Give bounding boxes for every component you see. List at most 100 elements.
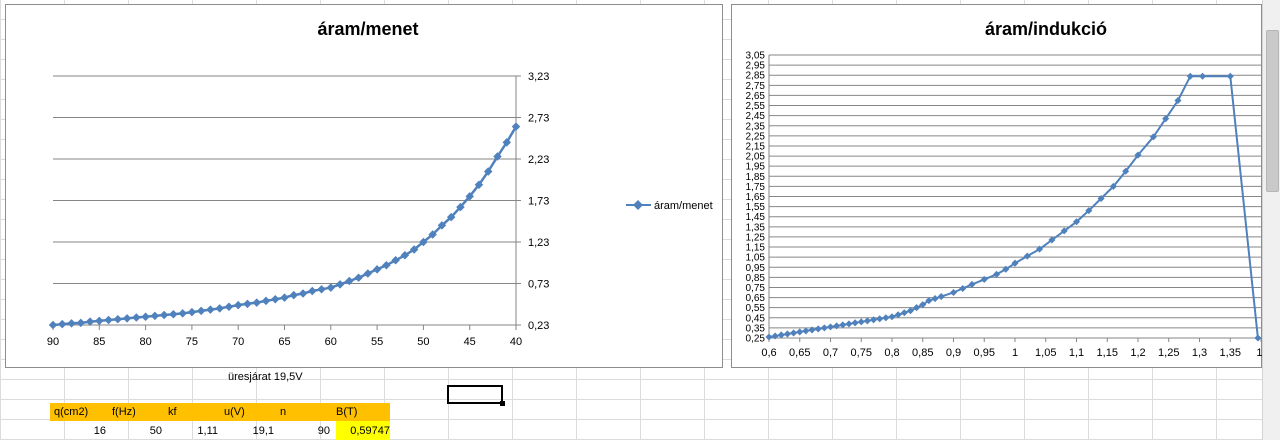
caption-cell[interactable]: üresjárat 19,5V <box>228 368 303 386</box>
x-tick-label-15: 1,35 <box>1220 347 1241 359</box>
data-point <box>882 314 890 322</box>
vertical-scrollbar[interactable] <box>1262 0 1280 440</box>
y-tick-label-26: 2,85 <box>746 71 766 82</box>
y-tick-label-9: 1,15 <box>746 243 766 254</box>
value-cell-n[interactable]: 90 <box>274 422 330 440</box>
header-cell-u[interactable]: u(V) <box>224 403 245 421</box>
legend: áram/menet <box>626 200 713 212</box>
x-tick-label-0: 0,6 <box>761 347 776 359</box>
data-point <box>765 333 773 341</box>
y-tick-label-2: 1,23 <box>528 237 549 249</box>
data-point <box>178 309 187 318</box>
fill-handle[interactable] <box>500 401 505 406</box>
data-point <box>876 315 884 323</box>
data-point <box>959 284 967 293</box>
chart-aram-indukcio[interactable]: áram/indukció 0,6 0,65 0,7 0,75 0,8 0,85 0,9 0,… <box>731 4 1263 368</box>
y-tick-label-18: 2,05 <box>746 152 766 163</box>
data-point <box>863 317 871 325</box>
data-point <box>67 319 76 328</box>
y-tick-label-6: 0,85 <box>746 273 766 284</box>
y-tick-label-1: 0,35 <box>746 323 766 334</box>
y-tick-label-23: 2,55 <box>746 101 766 112</box>
selected-cell[interactable] <box>447 385 503 404</box>
data-point <box>233 300 243 310</box>
data-point <box>814 325 822 333</box>
x-tick-label-10: 40 <box>510 336 522 348</box>
data-point <box>826 323 835 331</box>
data-point <box>937 293 945 301</box>
chart-title: áram/menet <box>317 19 418 39</box>
y-tick-label-13: 1,55 <box>746 202 766 213</box>
data-point <box>783 330 791 338</box>
x-tick-label-3: 0,75 <box>851 347 872 359</box>
data-point <box>224 302 234 311</box>
x-tick-label-6: 0,9 <box>946 347 961 359</box>
scrollbar-thumb[interactable] <box>1266 30 1279 192</box>
header-cell-b[interactable]: B(T) <box>336 403 357 421</box>
y-tick-label-4: 0,65 <box>746 293 766 304</box>
data-point <box>1254 334 1262 342</box>
value-cell-f[interactable]: 50 <box>106 422 162 440</box>
data-point <box>76 318 86 328</box>
data-point <box>372 265 382 274</box>
x-tick-label-1: 0,65 <box>789 347 810 359</box>
data-point <box>298 289 308 298</box>
y-tick-label-4: 2,23 <box>528 154 549 166</box>
x-tick-label-2: 80 <box>139 336 151 348</box>
data-point <box>326 283 336 292</box>
data-point <box>777 331 785 339</box>
x-tick-label-0: 90 <box>47 336 59 348</box>
y-tick-label-5: 0,75 <box>746 283 766 294</box>
header-cell-f[interactable]: f(Hz) <box>112 403 136 421</box>
header-cell-n[interactable]: n <box>280 403 286 421</box>
y-tick-label-12: 1,45 <box>746 212 766 223</box>
value-cell-kf[interactable]: 1,11 <box>162 422 218 440</box>
header-cell-kf[interactable]: kf <box>168 403 177 421</box>
x-tick-label-8: 1 <box>1012 347 1018 359</box>
value-cell-q[interactable]: 16 <box>50 422 106 440</box>
data-point <box>122 314 132 323</box>
data-point <box>150 311 160 321</box>
data-point <box>845 320 853 328</box>
data-point <box>335 280 345 289</box>
x-tick-label-7: 55 <box>371 336 383 348</box>
header-cell-q[interactable]: q(cm2) <box>54 403 88 421</box>
y-tick-label-27: 2,95 <box>746 61 766 72</box>
y-tick-label-1: 0,73 <box>528 279 549 291</box>
data-point <box>888 313 896 321</box>
data-point <box>141 312 150 321</box>
x-tick-label-1: 85 <box>93 336 105 348</box>
y-tick-label-22: 2,45 <box>746 111 766 122</box>
x-tick-label-12: 1,2 <box>1130 347 1145 359</box>
data-point <box>796 328 804 336</box>
data-point <box>354 273 363 282</box>
y-tick-label-17: 1,95 <box>746 162 766 173</box>
data-point <box>58 319 67 329</box>
data-point <box>132 313 141 322</box>
data-point <box>252 298 261 307</box>
value-cell-b[interactable]: 0,59747 <box>336 422 390 440</box>
x-tick-label-6: 60 <box>325 336 337 348</box>
legend-entry: áram/menet <box>654 200 713 212</box>
y-tick-label-24: 2,65 <box>746 91 766 102</box>
y-tick-label-3: 0,55 <box>746 303 766 314</box>
data-point <box>949 288 958 297</box>
x-tick-label-13: 1,25 <box>1158 347 1179 359</box>
data-point <box>790 329 798 337</box>
y-tick-label-21: 2,35 <box>746 121 766 132</box>
value-cell-u[interactable]: 19,1 <box>218 422 274 440</box>
y-tick-label-3: 1,73 <box>528 196 549 208</box>
data-point <box>1186 72 1194 80</box>
data-point <box>363 269 373 278</box>
chart-aram-indukcio-svg: áram/indukció 0,6 0,65 0,7 0,75 0,8 0,85 0,9 0,… <box>746 19 1263 359</box>
chart-title: áram/indukció <box>985 19 1107 39</box>
data-point <box>308 286 317 296</box>
chart-aram-menet[interactable]: áram/menet 90 85 80 75 70 65 60 55 50 45 40 0,23 0,… <box>5 4 723 368</box>
data-point <box>196 306 206 316</box>
data-point <box>95 316 104 326</box>
x-tick-label-7: 0,95 <box>974 347 995 359</box>
data-point <box>48 320 58 330</box>
y-tick-label-19: 2,15 <box>746 141 766 152</box>
y-tick-label-16: 1,85 <box>746 172 766 183</box>
data-point <box>187 307 197 317</box>
